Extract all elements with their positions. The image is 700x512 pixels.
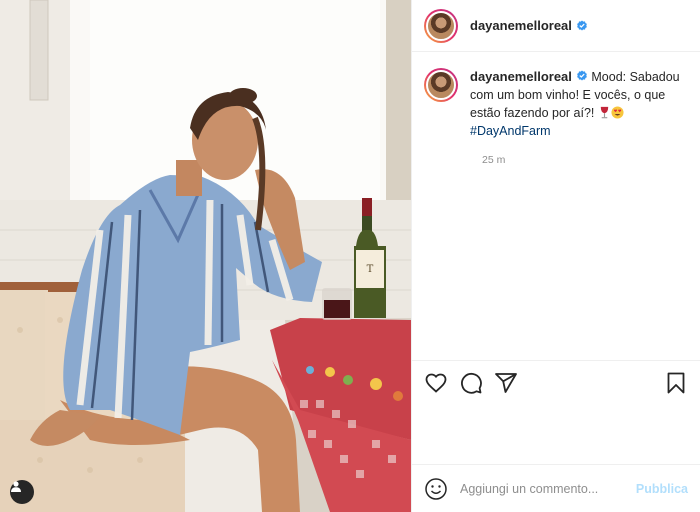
comment-button[interactable] xyxy=(459,371,483,395)
likes-area xyxy=(412,404,700,464)
verified-badge-icon xyxy=(576,20,587,30)
caption-body: dayanemelloreal Mood: Sabadou com um bom… xyxy=(470,68,684,140)
wine-glass-emoji xyxy=(600,106,609,119)
heart-icon xyxy=(425,373,447,393)
user-tag-button[interactable] xyxy=(10,480,34,504)
smiley-icon xyxy=(425,477,447,500)
caption-avatar[interactable] xyxy=(424,68,458,102)
like-button[interactable] xyxy=(424,371,448,395)
heart-eyes-emoji xyxy=(611,106,624,119)
caption: dayanemelloreal Mood: Sabadou com um bom… xyxy=(424,68,684,140)
caption-username[interactable]: dayanemelloreal xyxy=(470,69,572,84)
post-photo[interactable]: T xyxy=(0,0,411,512)
comments-section: dayanemelloreal Mood: Sabadou com um bom… xyxy=(412,52,700,360)
bookmark-icon xyxy=(667,372,685,393)
post-side-panel: dayanemelloreal dayanemelloreal Mood: Sa… xyxy=(411,0,700,512)
post-image: T xyxy=(0,0,411,512)
avatar-image xyxy=(426,70,456,100)
header-username[interactable]: dayanemelloreal xyxy=(470,18,572,33)
save-button[interactable] xyxy=(664,371,688,395)
share-button[interactable] xyxy=(494,371,518,395)
profile-avatar[interactable] xyxy=(424,8,458,43)
hashtag-link[interactable]: #DayAndFarm xyxy=(470,124,551,138)
emoji-picker-button[interactable] xyxy=(424,477,448,501)
avatar-image xyxy=(426,10,456,41)
post-modal: T dayanemelloreal dayanemelloreal Mood: … xyxy=(0,0,700,512)
verified-badge-icon xyxy=(576,70,587,81)
user-icon xyxy=(11,481,21,492)
post-timestamp[interactable]: 25 m xyxy=(482,154,684,166)
publish-button[interactable]: Pubblica xyxy=(636,482,688,496)
comment-form: Pubblica xyxy=(412,464,700,512)
post-header: dayanemelloreal xyxy=(412,0,700,52)
share-icon xyxy=(495,372,517,393)
action-bar xyxy=(412,360,700,404)
comment-input[interactable] xyxy=(460,481,636,496)
svg-text:T: T xyxy=(367,264,374,275)
comment-icon xyxy=(461,372,482,394)
